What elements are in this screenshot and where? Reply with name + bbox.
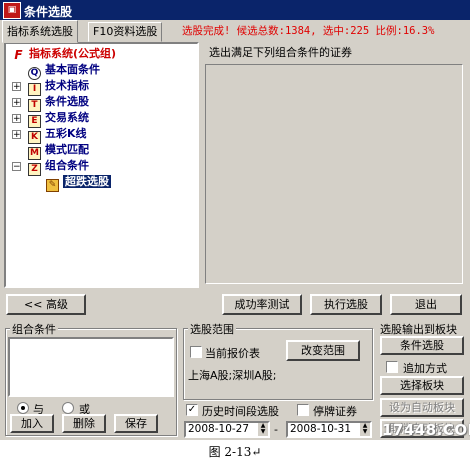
tree-node-technical[interactable]: I 技术指标 (28, 78, 89, 96)
tree-node-condition[interactable]: T 条件选股 (28, 94, 89, 112)
collapse-icon[interactable]: − (12, 162, 21, 172)
condition-select-button[interactable]: 条件选股 (380, 336, 464, 355)
tab-indicator-system[interactable]: 指标系统选股 (2, 20, 78, 43)
folder-pencil-icon: ✎ (46, 179, 59, 192)
window-title: 条件选股 (24, 5, 73, 19)
delete-button[interactable]: 删除 (62, 414, 106, 433)
tree-node-color-kline[interactable]: K 五彩K线 (28, 126, 87, 144)
choose-block-button[interactable]: 选择板块 (380, 376, 464, 395)
expand-icon[interactable]: + (12, 98, 21, 108)
set-auto-block-button[interactable]: 设为自动板块 (380, 398, 464, 417)
app-icon: ▣ (3, 2, 21, 19)
exit-button[interactable]: 退出 (390, 294, 462, 315)
save-button[interactable]: 保存 (114, 414, 158, 433)
watermark: 17448.COM (382, 421, 470, 439)
date-separator: - (274, 423, 278, 436)
selection-scope-title: 选股范围 (188, 321, 236, 337)
success-rate-test-button[interactable]: 成功率测试 (222, 294, 302, 315)
figure-caption: 图 2-13↵ (208, 445, 262, 459)
end-date-picker[interactable]: 2008-10-31 ▲ ▼ (286, 421, 372, 438)
advanced-button[interactable]: << 高级 (6, 294, 86, 315)
formula-icon: F (14, 48, 23, 62)
current-price-label: 当前报价表 (205, 347, 260, 360)
tree-node-oversold[interactable]: ✎ 超跌选股 (46, 174, 111, 192)
change-scope-button[interactable]: 改变范围 (286, 340, 360, 361)
tree-node-trading-system[interactable]: E 交易系统 (28, 110, 89, 128)
selection-scope-group (183, 328, 373, 400)
expand-icon[interactable]: + (12, 114, 21, 124)
result-panel: 选出满足下列组合条件的证券 (203, 42, 463, 288)
expand-icon[interactable]: + (12, 130, 21, 140)
and-radio[interactable] (17, 402, 29, 414)
tree-node-combination[interactable]: Z 组合条件 (28, 158, 89, 176)
formula-tree[interactable]: F 指标系统(公式组) Q 基本面条件 + I 技术指标 + T 条件选股 + E 交易系… (4, 42, 199, 288)
suspended-checkbox[interactable] (297, 404, 309, 416)
append-mode-label: 追加方式 (403, 362, 447, 375)
combination-icon: Z (28, 163, 41, 176)
date-spin-icon[interactable]: ▲ ▼ (360, 423, 370, 436)
combo-conditions-title: 组合条件 (10, 321, 58, 337)
current-price-checkbox[interactable] (190, 346, 202, 358)
result-list[interactable] (205, 64, 463, 284)
history-label: 历史时间段选股 (202, 405, 279, 418)
append-mode-checkbox[interactable] (386, 361, 398, 373)
title-bar: ▣ 条件选股 (0, 0, 470, 20)
tree-node-fundamentals[interactable]: Q 基本面条件 (28, 62, 100, 80)
tab-f10-data[interactable]: F10资料选股 (88, 22, 163, 42)
market-scope-text: 上海A股;深圳A股; (188, 369, 277, 382)
combo-conditions-list[interactable] (8, 337, 174, 397)
or-radio[interactable] (62, 402, 74, 414)
date-spin-icon[interactable]: ▲ ▼ (258, 423, 268, 436)
start-date-picker[interactable]: 2008-10-27 ▲ ▼ (184, 421, 270, 438)
result-panel-label: 选出满足下列组合条件的证券 (209, 46, 352, 59)
condition-stock-selection-window: ▣ 条件选股 指标系统选股 F10资料选股 选股完成! 候选总数:1384, 选… (0, 0, 470, 440)
suspended-label: 停牌证券 (313, 405, 357, 418)
add-button[interactable]: 加入 (10, 414, 54, 433)
tree-root[interactable]: F 指标系统(公式组) (12, 46, 116, 62)
run-selection-button[interactable]: 执行选股 (310, 294, 382, 315)
expand-icon[interactable]: + (12, 82, 21, 92)
status-text: 选股完成! 候选总数:1384, 选中:225 比例:16.3% (182, 25, 435, 37)
output-title: 选股输出到板块 (380, 321, 457, 337)
history-checkbox[interactable]: ✓ (186, 404, 198, 416)
tree-node-pattern-match[interactable]: M 模式匹配 (28, 142, 89, 160)
